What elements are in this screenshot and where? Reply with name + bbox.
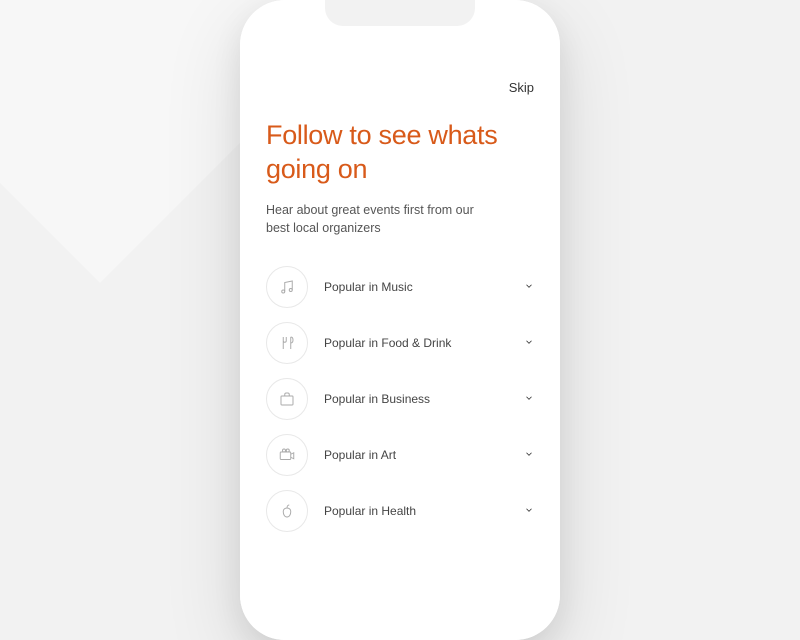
music-icon: [266, 266, 308, 308]
apple-icon: [266, 490, 308, 532]
camera-icon: [266, 434, 308, 476]
chevron-down-icon: [524, 502, 534, 520]
category-row-art[interactable]: Popular in Art: [266, 434, 534, 476]
phone-frame: Skip Follow to see whats going on Hear a…: [240, 0, 560, 640]
category-label: Popular in Health: [324, 504, 524, 518]
category-row-health[interactable]: Popular in Health: [266, 490, 534, 532]
category-row-music[interactable]: Popular in Music: [266, 266, 534, 308]
chevron-down-icon: [524, 390, 534, 408]
chevron-down-icon: [524, 278, 534, 296]
page-title: Follow to see whats going on: [266, 119, 534, 187]
category-label: Popular in Business: [324, 392, 524, 406]
chevron-down-icon: [524, 446, 534, 464]
chevron-down-icon: [524, 334, 534, 352]
category-label: Popular in Music: [324, 280, 524, 294]
category-list: Popular in Music Popular in Food & Drink: [266, 266, 534, 532]
screen: Skip Follow to see whats going on Hear a…: [240, 0, 560, 640]
skip-button[interactable]: Skip: [509, 80, 534, 95]
category-label: Popular in Art: [324, 448, 524, 462]
category-row-food[interactable]: Popular in Food & Drink: [266, 322, 534, 364]
category-row-business[interactable]: Popular in Business: [266, 378, 534, 420]
category-label: Popular in Food & Drink: [324, 336, 524, 350]
phone-notch: [325, 0, 475, 26]
top-bar: Skip: [266, 80, 534, 95]
page-subtitle: Hear about great events first from our b…: [266, 201, 496, 239]
briefcase-icon: [266, 378, 308, 420]
food-icon: [266, 322, 308, 364]
